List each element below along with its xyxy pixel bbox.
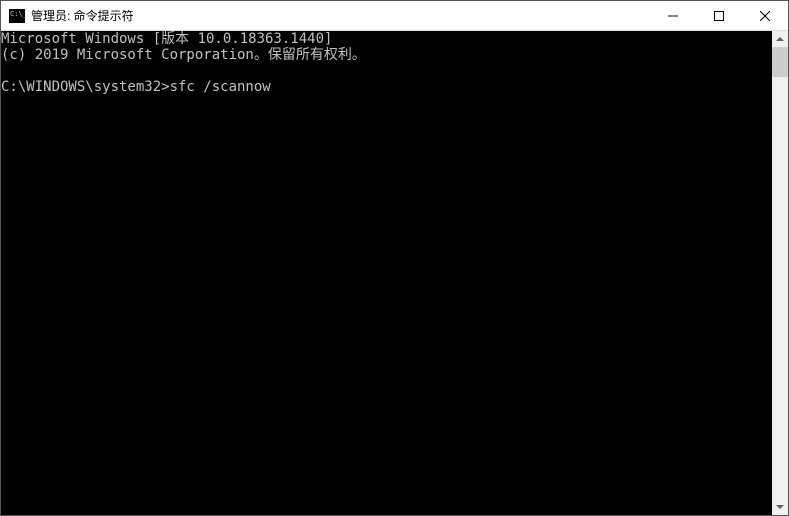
window-titlebar[interactable]: 管理员: 命令提示符 (1, 1, 788, 31)
chevron-down-icon (776, 505, 784, 509)
console-prompt: C:\WINDOWS\system32> (1, 79, 170, 95)
maximize-icon (714, 11, 724, 21)
console-line: (c) 2019 Microsoft Corporation。保留所有权利。 (1, 47, 366, 63)
cmd-icon (9, 9, 25, 23)
maximize-button[interactable] (696, 1, 742, 30)
chevron-up-icon (776, 37, 784, 41)
console-area: Microsoft Windows [版本 10.0.18363.1440] (… (1, 31, 788, 515)
close-button[interactable] (742, 1, 788, 30)
close-icon (760, 11, 770, 21)
minimize-icon (668, 11, 678, 21)
console-output[interactable]: Microsoft Windows [版本 10.0.18363.1440] (… (1, 31, 772, 515)
vertical-scrollbar[interactable] (772, 31, 788, 515)
scroll-down-button[interactable] (772, 499, 788, 515)
console-command: sfc /scannow (170, 79, 271, 95)
scroll-up-button[interactable] (772, 31, 788, 47)
window-title: 管理员: 命令提示符 (31, 7, 650, 24)
console-line: Microsoft Windows [版本 10.0.18363.1440] (1, 31, 332, 47)
minimize-button[interactable] (650, 1, 696, 30)
scroll-thumb[interactable] (772, 47, 788, 77)
window-controls (650, 1, 788, 30)
